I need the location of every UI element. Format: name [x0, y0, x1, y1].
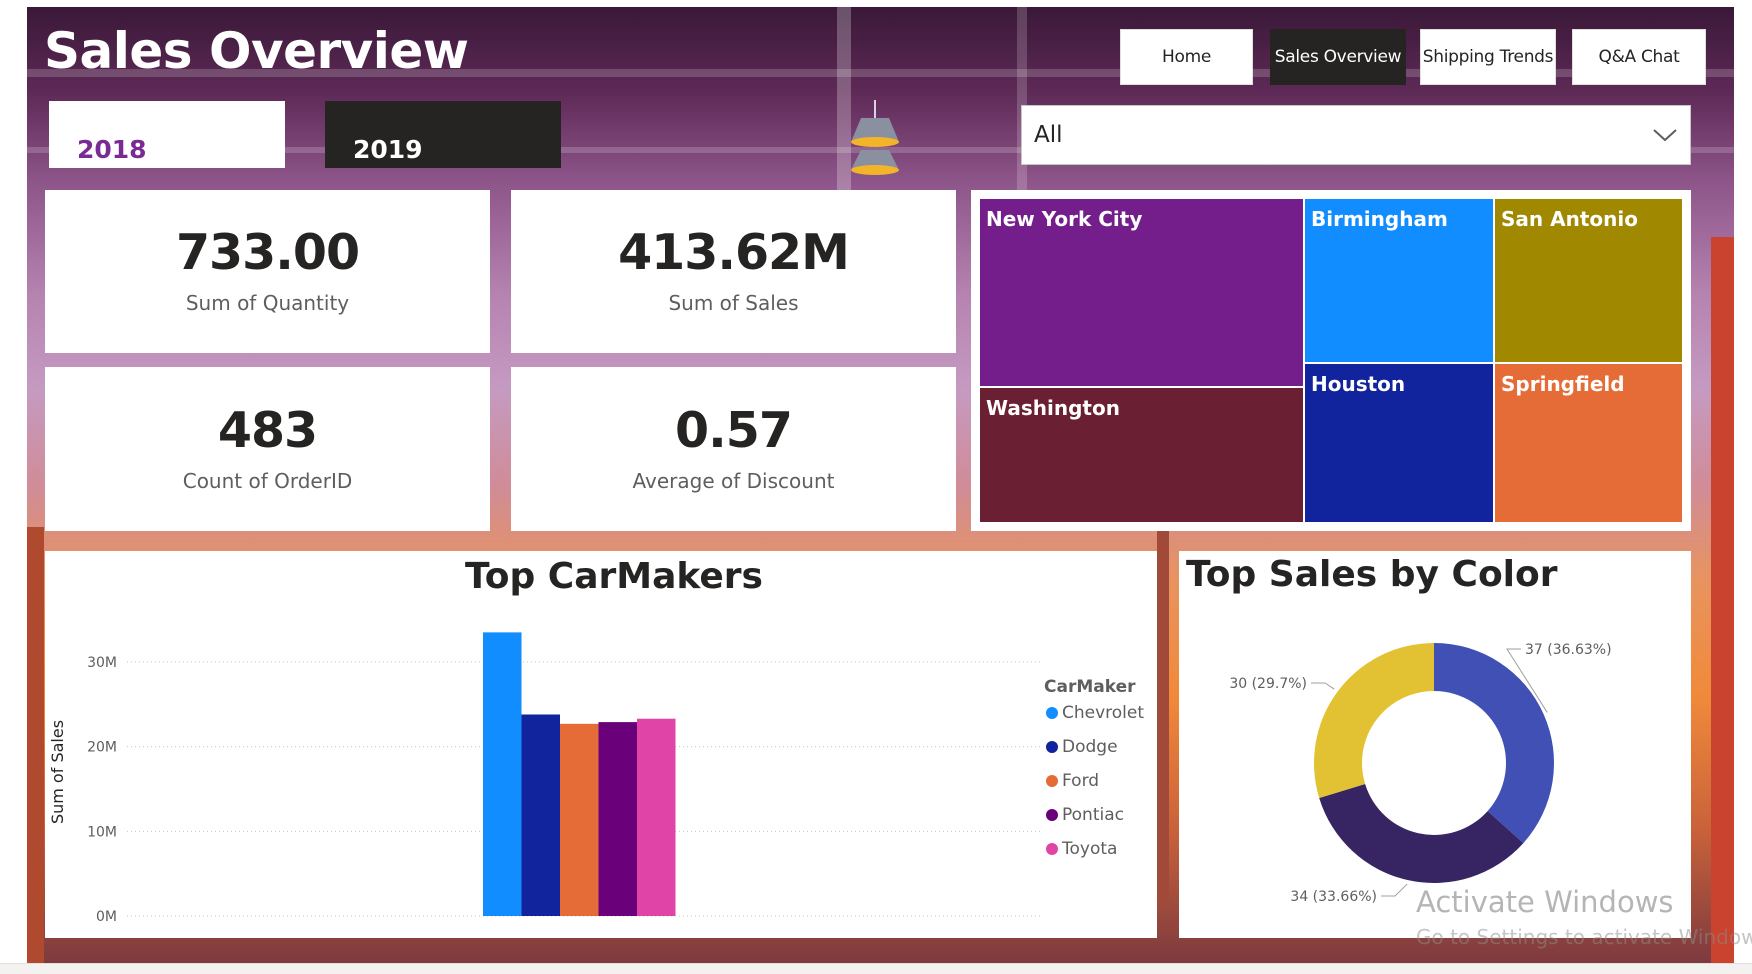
treemap-tile-new-york-city[interactable]: New York City — [979, 198, 1304, 387]
activate-windows-watermark: Activate Windows — [1416, 885, 1674, 919]
treemap-tile-label: Washington — [986, 396, 1120, 420]
y-axis-title: Sum of Sales — [48, 720, 67, 824]
legend-label: Chevrolet — [1062, 703, 1145, 723]
top-sales-by-color-panel: Top Sales by Color 37 (36.63%) 34 (33.66%… — [1179, 551, 1691, 938]
year-2019-button[interactable]: 2019 — [325, 101, 561, 168]
pendant-lamp-graphic — [851, 100, 899, 175]
legend-item-pontiac[interactable]: Pontiac — [1046, 805, 1124, 825]
legend-title: CarMaker — [1044, 677, 1136, 697]
background-pillar — [1711, 237, 1734, 963]
activate-windows-hint: Go to Settings to activate Windows. — [1416, 925, 1752, 949]
treemap-tile-label: San Antonio — [1501, 207, 1638, 231]
kpi-label: Average of Discount — [632, 468, 835, 493]
legend-dot — [1046, 707, 1058, 719]
treemap-tile-label: New York City — [986, 207, 1143, 231]
city-treemap: New York City Washington Birmingham Hous… — [971, 190, 1691, 531]
bar-ford[interactable] — [560, 723, 599, 916]
legend-label: Pontiac — [1062, 805, 1124, 825]
y-tick-label: 0M — [96, 909, 117, 925]
legend-label: Toyota — [1062, 839, 1118, 859]
donut-slice-37[interactable] — [1434, 643, 1554, 844]
treemap-tile-label: Houston — [1311, 372, 1406, 396]
treemap-tile-springfield[interactable]: Springfield — [1494, 363, 1683, 523]
donut-slice-34[interactable] — [1319, 783, 1524, 883]
legend-label: Ford — [1062, 771, 1100, 791]
top-carmakers-chart-panel: Top CarMakers 0M 10M 20M 30M Sum of Sales Ca… — [45, 551, 1157, 938]
legend-item-dodge[interactable]: Dodge — [1046, 737, 1118, 757]
bar-pontiac[interactable] — [598, 722, 638, 916]
treemap-tile-label: Birmingham — [1311, 207, 1448, 231]
kpi-label: Sum of Sales — [668, 291, 799, 315]
report-canvas: Sales Overview Home Sales Overview Shipp… — [0, 0, 1752, 974]
kpi-card-order-count: 483 Count of OrderID — [45, 367, 490, 531]
year-2018-button[interactable]: 2018 — [49, 101, 285, 168]
nav-home-button[interactable]: Home — [1120, 29, 1253, 85]
donut-leader-line — [1311, 682, 1335, 690]
bar-toyota[interactable] — [637, 718, 676, 916]
city-slicer-dropdown[interactable]: All — [1021, 105, 1691, 165]
treemap-tile-washington[interactable]: Washington — [979, 387, 1304, 523]
kpi-card-sales: 413.62M Sum of Sales — [511, 190, 956, 353]
background-pillar — [27, 527, 44, 963]
bar-chevrolet[interactable] — [483, 632, 522, 916]
kpi-card-discount: 0.57 Average of Discount — [511, 367, 956, 531]
legend-label: Dodge — [1062, 737, 1118, 757]
y-tick-label: 20M — [87, 740, 117, 756]
y-tick-label: 10M — [87, 824, 117, 840]
bar-chart-svg: 0M 10M 20M 30M Sum of Sales — [48, 632, 1040, 925]
treemap-tile-san-antonio[interactable]: San Antonio — [1494, 198, 1683, 363]
treemap-tile-birmingham[interactable]: Birmingham — [1304, 198, 1494, 363]
donut-data-label: 30 (29.7%) — [1229, 676, 1307, 692]
nav-sales-overview-button[interactable]: Sales Overview — [1270, 29, 1406, 85]
treemap-tile-houston[interactable]: Houston — [1304, 363, 1494, 523]
kpi-value: 413.62M — [618, 224, 850, 281]
donut-data-label: 34 (33.66%) — [1290, 889, 1377, 905]
y-tick-label: 30M — [87, 655, 117, 671]
kpi-value: 733.00 — [175, 224, 360, 281]
legend-item-toyota[interactable]: Toyota — [1046, 839, 1117, 859]
chevron-down-icon — [1653, 129, 1677, 142]
legend-item-chevrolet[interactable]: Chevrolet — [1046, 703, 1144, 723]
slicer-selected-value: All — [1034, 122, 1063, 148]
bar-dodge[interactable] — [521, 714, 561, 916]
background-pillar — [1157, 527, 1169, 907]
legend-dot — [1046, 843, 1058, 855]
kpi-value: 483 — [217, 401, 318, 459]
legend-dot — [1046, 775, 1058, 787]
page-title: Sales Overview — [44, 22, 469, 80]
kpi-label: Sum of Quantity — [185, 291, 350, 315]
donut-chart-svg: 37 (36.63%) 34 (33.66%) 30 (29.7%) — [1229, 642, 1612, 905]
donut-slice-30[interactable] — [1314, 643, 1434, 798]
legend-item-ford[interactable]: Ford — [1046, 771, 1099, 791]
legend-dot — [1046, 741, 1058, 753]
kpi-value: 0.57 — [675, 401, 793, 459]
donut-leader-line — [1381, 883, 1408, 897]
donut-data-label: 37 (36.63%) — [1525, 642, 1612, 658]
legend-dot — [1046, 809, 1058, 821]
nav-qa-chat-button[interactable]: Q&A Chat — [1572, 29, 1706, 85]
kpi-card-quantity: 733.00 Sum of Quantity — [45, 190, 490, 353]
nav-shipping-trends-button[interactable]: Shipping Trends — [1420, 29, 1556, 85]
page-tab-strip — [0, 963, 1752, 974]
treemap-tile-label: Springfield — [1501, 372, 1625, 396]
kpi-label: Count of OrderID — [182, 468, 353, 493]
